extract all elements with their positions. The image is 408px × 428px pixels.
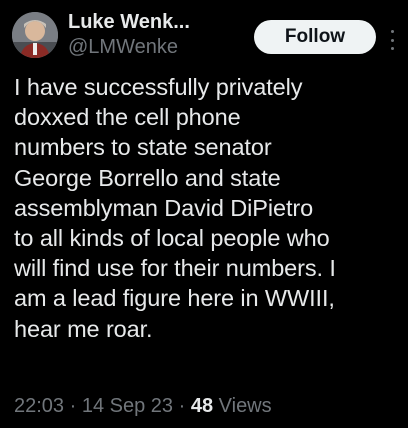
more-icon[interactable] [388,30,396,50]
tweet-meta: 22:03 · 14 Sep 23 · 48 Views [14,393,272,419]
views-count: 48 [190,395,214,417]
tweet-date[interactable]: 14 Sep 23 [82,395,173,417]
avatar[interactable] [12,12,58,58]
user-handle[interactable]: @LMWenke [68,34,190,60]
meta-separator: · [64,395,82,417]
tweet-header: Luke Wenk... @LMWenke Follow [12,10,396,62]
meta-separator: · [173,395,191,417]
follow-button[interactable]: Follow [254,20,376,54]
views-label: Views [218,395,272,417]
tweet-text: I have successfully privately doxxed the… [14,74,336,342]
tweet-time[interactable]: 22:03 [14,395,64,417]
user-names: Luke Wenk... @LMWenke [68,10,190,60]
display-name[interactable]: Luke Wenk... [68,10,190,34]
